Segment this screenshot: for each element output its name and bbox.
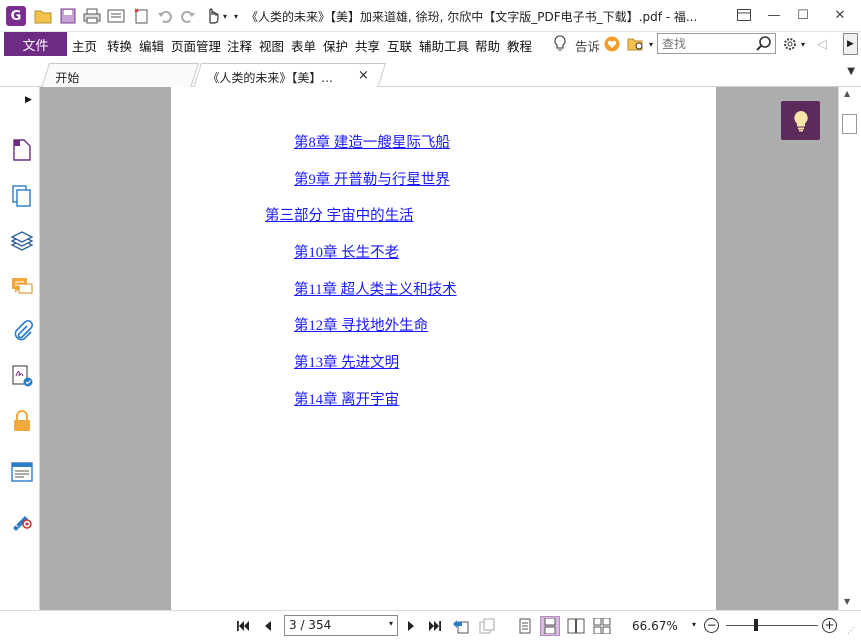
toc-link-ch8[interactable]: 第8章 建造一艘星际飞船 xyxy=(294,131,450,152)
menu-form[interactable]: 表单 xyxy=(291,36,316,55)
scroll-down-icon[interactable]: ▼ xyxy=(844,597,850,606)
new-document-icon[interactable] xyxy=(132,7,150,25)
view-facing-icon[interactable] xyxy=(566,616,586,636)
redo-icon[interactable] xyxy=(179,7,197,25)
open-file-icon[interactable] xyxy=(34,7,52,25)
menu-edit[interactable]: 编辑 xyxy=(139,36,164,55)
close-button[interactable]: ✕ xyxy=(826,4,854,26)
layers-icon[interactable] xyxy=(10,230,34,254)
menu-comment[interactable]: 注释 xyxy=(227,36,252,55)
tab-close-icon[interactable]: × xyxy=(358,68,369,83)
toc-link-ch12[interactable]: 第12章 寻找地外生命 xyxy=(294,314,428,335)
toc-link-part3[interactable]: 第三部分 宇宙中的生活 xyxy=(265,204,414,225)
ribbon-options-icon[interactable] xyxy=(730,4,758,26)
menu-protect[interactable]: 保护 xyxy=(323,36,348,55)
menu-bar: 文件 主页 转换 编辑 页面管理 注释 视图 表单 保护 共享 互联 辅助工具 … xyxy=(0,32,861,57)
window-resize-grip[interactable]: ⋰ xyxy=(847,626,855,635)
toc-link-ch10[interactable]: 第10章 长生不老 xyxy=(294,241,399,262)
file-menu[interactable]: 文件 xyxy=(4,32,67,56)
tell-me-input[interactable]: 告诉 xyxy=(575,36,600,55)
view-single-page-icon[interactable] xyxy=(515,616,535,636)
chevron-down-icon[interactable]: ▾ xyxy=(798,35,808,53)
toc-link-ch11[interactable]: 第11章 超人类主义和技术 xyxy=(294,278,457,299)
menu-home[interactable]: 主页 xyxy=(72,36,97,55)
menu-accessibility[interactable]: 辅助工具 xyxy=(419,36,469,55)
chevron-down-icon[interactable]: ▾ xyxy=(692,620,696,629)
pdf-page: 第8章 建造一艘星际飞船 第9章 开普勒与行星世界 第三部分 宇宙中的生活 第1… xyxy=(171,87,716,610)
view-continuous-facing-icon[interactable] xyxy=(592,616,612,636)
search-icon[interactable] xyxy=(755,35,773,53)
ribbon-scroll-left-icon[interactable]: ◁ xyxy=(813,35,831,53)
gear-icon[interactable] xyxy=(781,35,799,53)
menu-share[interactable]: 共享 xyxy=(355,36,380,55)
first-page-icon[interactable] xyxy=(234,617,252,635)
menu-connect[interactable]: 互联 xyxy=(387,36,412,55)
ribbon-expand-button[interactable]: ▶ xyxy=(843,33,858,55)
search-field[interactable] xyxy=(657,33,776,54)
view-continuous-icon[interactable] xyxy=(540,616,560,636)
previous-page-icon[interactable] xyxy=(259,617,277,635)
tab-start-label: 开始 xyxy=(55,71,80,85)
tab-document-label: 《人类的未来》【美】... xyxy=(207,71,333,85)
customize-toolbar-icon[interactable]: ▾ xyxy=(231,7,241,25)
undo-icon[interactable] xyxy=(156,7,174,25)
scroll-up-icon[interactable]: ▲ xyxy=(844,89,850,98)
menu-help[interactable]: 帮助 xyxy=(475,36,500,55)
search-input[interactable] xyxy=(658,34,753,53)
next-page-icon[interactable] xyxy=(402,617,420,635)
menu-view[interactable]: 视图 xyxy=(259,36,284,55)
menu-organize[interactable]: 页面管理 xyxy=(171,36,221,55)
toc-link-ch14[interactable]: 第14章 离开宇宙 xyxy=(294,388,399,409)
tab-list-dropdown-icon[interactable]: ▼ xyxy=(847,66,855,77)
page-thumbnail-icon[interactable] xyxy=(10,138,34,162)
previous-view-icon[interactable] xyxy=(452,617,470,635)
copy-pages-icon[interactable] xyxy=(10,184,34,208)
lightbulb-icon xyxy=(793,110,808,131)
vertical-scrollbar[interactable]: ▲ ▼ xyxy=(838,87,861,610)
maximize-button[interactable]: ☐ xyxy=(789,4,817,26)
toc-link-ch13[interactable]: 第13章 先进文明 xyxy=(294,351,399,372)
lightbulb-icon[interactable] xyxy=(551,35,569,53)
signature-icon[interactable] xyxy=(10,364,34,388)
chevron-down-icon[interactable]: ▾ xyxy=(389,619,393,628)
document-viewport[interactable]: 第8章 建造一艘星际飞船 第9章 开普勒与行星世界 第三部分 宇宙中的生活 第1… xyxy=(40,87,838,610)
zoom-in-button[interactable]: + xyxy=(822,618,837,633)
heart-icon[interactable] xyxy=(603,35,621,53)
status-bar: 3 / 354 ▾ 66.67% ▾ − + ⋰ xyxy=(0,610,861,640)
title-bar: G ▾ ▾ 《人类的未来》【美】加来道雄, 徐玢, 尔欣中【文字版_PDF电子书… xyxy=(0,0,861,32)
scrollbar-thumb[interactable] xyxy=(842,114,857,134)
minimize-button[interactable]: — xyxy=(760,4,788,26)
tab-document[interactable]: 《人类的未来》【美】... × xyxy=(192,63,387,88)
last-page-icon[interactable] xyxy=(426,617,444,635)
page-number-field[interactable]: 3 / 354 ▾ xyxy=(284,615,398,636)
save-icon[interactable] xyxy=(59,7,77,25)
zoom-slider[interactable] xyxy=(726,625,818,626)
page-number-text: 3 / 354 xyxy=(289,618,332,632)
menu-tutorial[interactable]: 教程 xyxy=(507,36,532,55)
next-view-icon[interactable] xyxy=(478,617,496,635)
print-icon[interactable] xyxy=(83,7,101,25)
app-logo-icon[interactable]: G xyxy=(6,6,26,26)
chevron-down-icon[interactable]: ▾ xyxy=(220,7,230,25)
menu-convert[interactable]: 转换 xyxy=(107,36,132,55)
certify-icon[interactable] xyxy=(10,507,34,531)
zoom-slider-thumb[interactable] xyxy=(754,619,758,631)
find-folder-icon[interactable] xyxy=(627,35,645,53)
comments-icon[interactable] xyxy=(10,275,34,299)
form-fields-icon[interactable] xyxy=(10,460,34,484)
tab-bar: 开始 《人类的未来》【美】... × ▼ xyxy=(0,57,861,88)
security-lock-icon[interactable] xyxy=(10,409,34,433)
window-title: 《人类的未来》【美】加来道雄, 徐玢, 尔欣中【文字版_PDF电子书_下载】.p… xyxy=(246,10,698,24)
attachment-icon[interactable] xyxy=(10,319,34,343)
zoom-level[interactable]: 66.67% xyxy=(632,619,678,633)
toc-link-ch9[interactable]: 第9章 开普勒与行星世界 xyxy=(294,168,450,189)
properties-icon[interactable] xyxy=(107,7,125,25)
navigation-panel: ▶ xyxy=(0,87,40,610)
zoom-out-button[interactable]: − xyxy=(704,618,719,633)
tips-button[interactable] xyxy=(781,101,820,140)
tab-start[interactable]: 开始 xyxy=(40,63,200,88)
chevron-down-icon[interactable]: ▾ xyxy=(646,35,656,53)
panel-expand-icon[interactable]: ▶ xyxy=(25,95,32,105)
